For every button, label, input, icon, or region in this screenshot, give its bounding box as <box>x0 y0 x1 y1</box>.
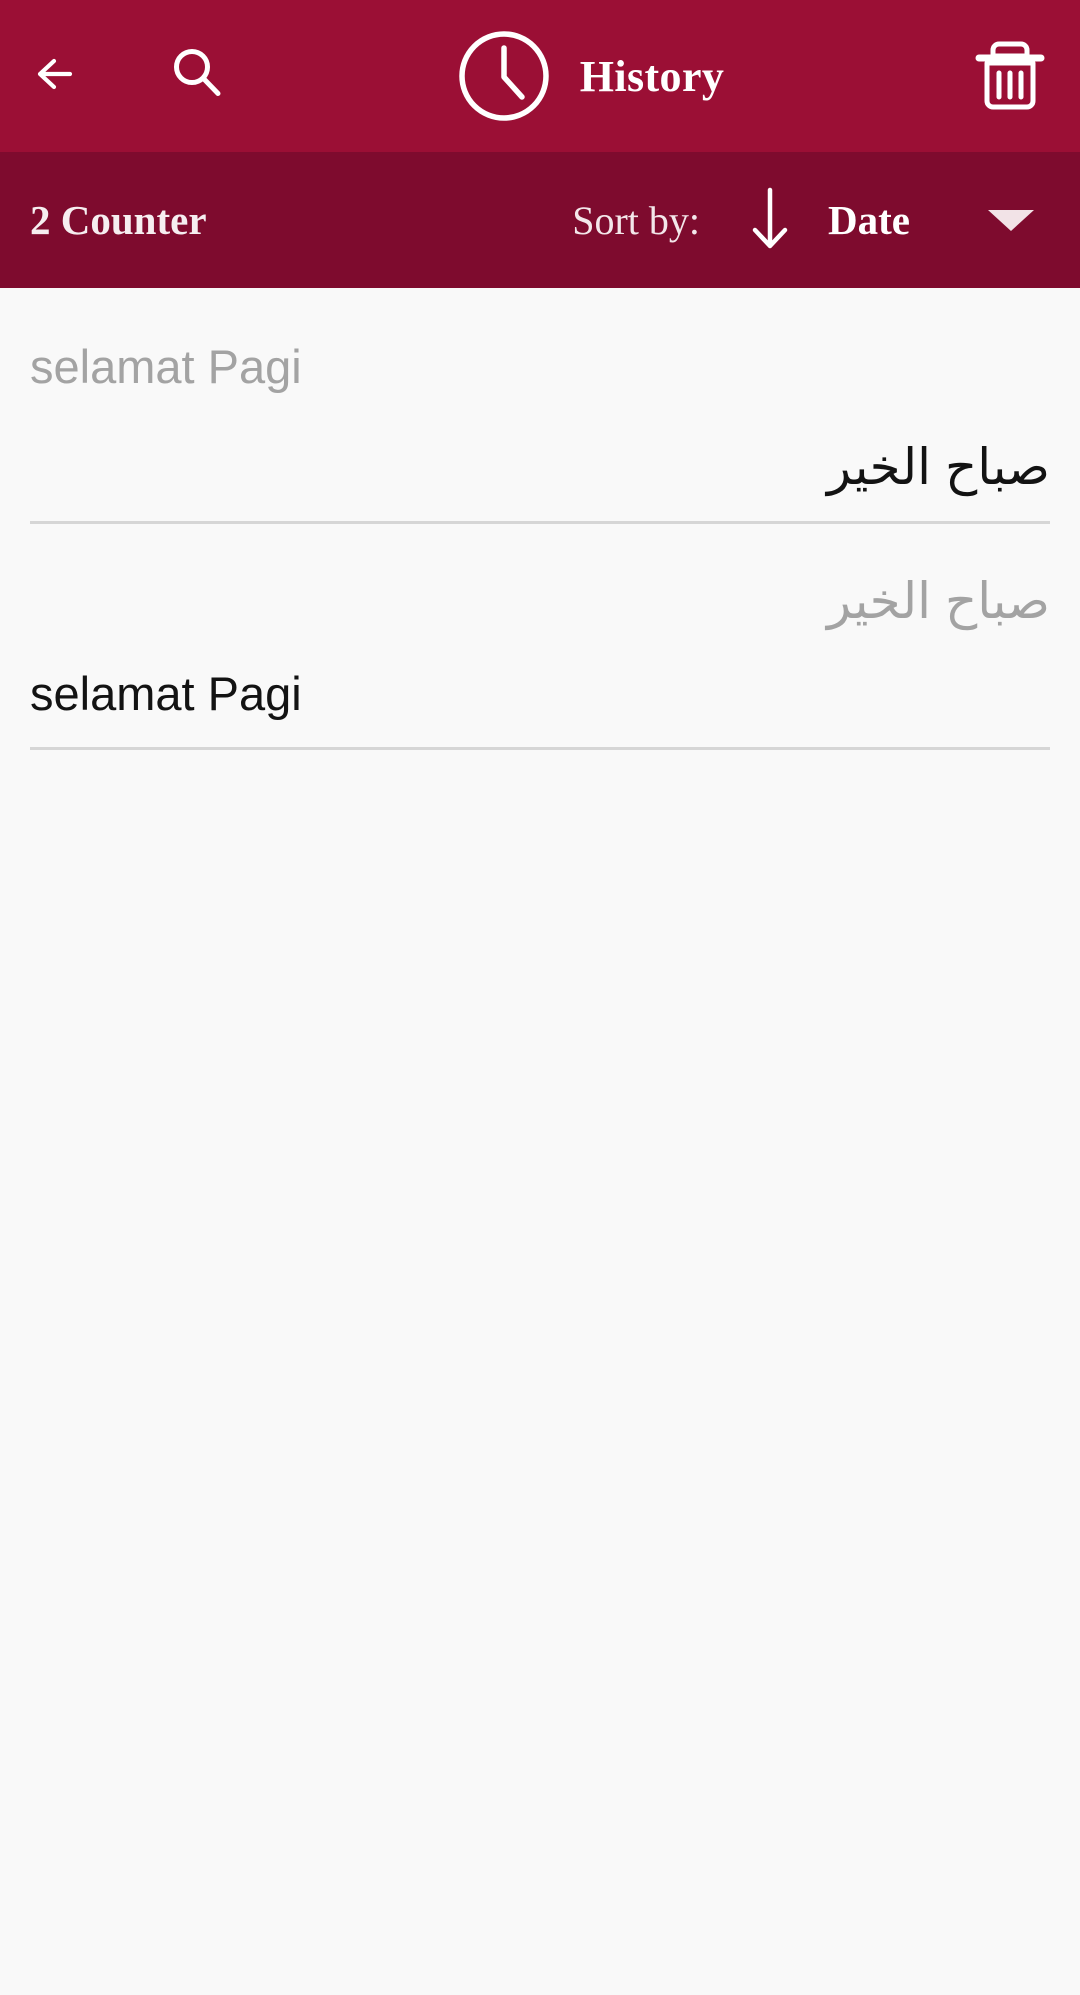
history-item[interactable]: selamat Pagi صباح الخير <box>0 288 1080 524</box>
sort-control-group[interactable]: Sort by: Date <box>572 184 1056 256</box>
page-title: History <box>579 51 725 101</box>
app-bar-title-group: History <box>214 24 962 128</box>
history-item-source: صباح الخير <box>826 573 1050 629</box>
history-item-source: selamat Pagi <box>30 340 302 393</box>
sort-by-label: Sort by: <box>572 197 701 243</box>
chevron-down-icon[interactable] <box>988 209 1034 231</box>
sort-bar: 2 Counter Sort by: Date <box>0 152 1080 288</box>
arrow-down-icon[interactable] <box>740 184 800 256</box>
history-list[interactable]: selamat Pagi صباح الخير صباح الخير selam… <box>0 288 1080 1995</box>
list-divider <box>30 747 1050 750</box>
history-item-target: صباح الخير <box>826 439 1050 495</box>
app-bar: History <box>0 0 1080 152</box>
arrow-left-icon <box>28 42 92 111</box>
clock-icon <box>452 24 556 128</box>
history-item[interactable]: صباح الخير selamat Pagi <box>0 524 1080 750</box>
trash-icon <box>971 33 1049 120</box>
delete-all-button[interactable] <box>962 28 1058 124</box>
back-button[interactable] <box>14 30 106 122</box>
history-counter: 2 Counter <box>30 197 207 243</box>
history-item-target: selamat Pagi <box>30 667 302 720</box>
sort-value[interactable]: Date <box>828 196 910 244</box>
